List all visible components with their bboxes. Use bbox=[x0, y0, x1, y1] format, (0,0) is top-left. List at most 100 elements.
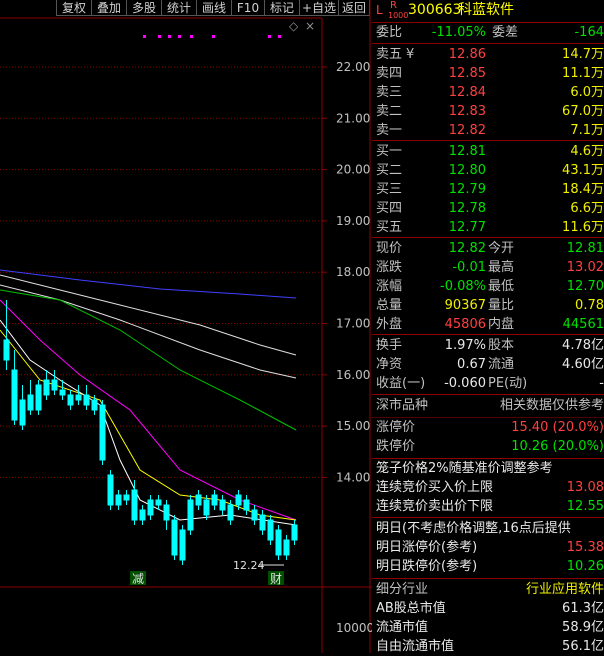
bid-row: 买三 12.79 18.4万 bbox=[372, 180, 604, 199]
cage-buy-row: 连续竞价买入价上限 13.08 bbox=[372, 478, 604, 497]
ab-cap-label: AB股总市值 bbox=[376, 601, 446, 616]
candle-body bbox=[219, 499, 226, 511]
bid-label: 买四 bbox=[376, 201, 403, 216]
bid-volume: 43.1万 bbox=[562, 163, 604, 178]
ask-price[interactable]: 12.86 bbox=[449, 45, 486, 64]
event-dot bbox=[212, 35, 215, 38]
quote-row: 涨幅 -0.08% 最低 12.70 bbox=[372, 277, 604, 296]
stock-name: 科蓝软件 bbox=[458, 2, 514, 18]
ask-price[interactable]: 12.85 bbox=[449, 64, 486, 83]
float-cap-row: 流通市值 58.9亿 bbox=[372, 618, 604, 637]
ask-label: 卖一 bbox=[376, 123, 403, 138]
tag-l: L bbox=[376, 3, 383, 17]
industry-value[interactable]: 行业应用软件 bbox=[526, 580, 604, 599]
stats-label: 净资 bbox=[376, 357, 403, 372]
marker-jian[interactable]: 减 bbox=[132, 572, 144, 586]
quote-label-2: 今开 bbox=[488, 241, 515, 256]
quote-label-2: 内盘 bbox=[488, 317, 515, 332]
tomorrow-title: 明日(不考虑价格调整,16点后提供 bbox=[376, 521, 571, 536]
y-tick-label: 21.00 bbox=[336, 111, 370, 125]
quote-value-2: 13.02 bbox=[566, 260, 604, 275]
y-tick-label: 16.00 bbox=[336, 368, 370, 382]
bid-row: 买二 12.80 43.1万 bbox=[372, 161, 604, 180]
ask-label: 卖二 bbox=[376, 104, 403, 119]
candle-body bbox=[267, 519, 274, 541]
quote-row: 总量 90367 量比 0.78 bbox=[372, 296, 604, 315]
quote-value-2: 0.78 bbox=[575, 298, 604, 313]
candle-body bbox=[251, 509, 258, 521]
bid-volume: 6.6万 bbox=[570, 201, 604, 216]
kline-chart[interactable]: 22.00 21.00 20.00 19.00 18.00 17.00 16.00 15.00… bbox=[0, 0, 372, 653]
chart-grid bbox=[0, 0, 372, 653]
y-tick-label: 22.00 bbox=[336, 60, 370, 74]
stats-value-2: 4.60亿 bbox=[562, 357, 604, 372]
event-dot bbox=[190, 35, 193, 38]
market-title: 深市品种 bbox=[376, 398, 429, 413]
diamond-icon[interactable]: ◇ bbox=[289, 19, 299, 33]
bid-price[interactable]: 12.80 bbox=[449, 161, 486, 180]
ask-price[interactable]: 12.83 bbox=[449, 102, 486, 121]
tomorrow-down-row: 明日跌停价(参考) 10.26 bbox=[372, 557, 604, 576]
ask-volume: 11.1万 bbox=[562, 66, 604, 81]
ab-cap-row: AB股总市值 61.3亿 bbox=[372, 599, 604, 618]
bid-price[interactable]: 12.81 bbox=[449, 142, 486, 161]
candle-body bbox=[91, 399, 98, 411]
candle-body bbox=[235, 494, 242, 506]
bid-row: 买四 12.78 6.6万 bbox=[372, 199, 604, 218]
tomorrow-down-value: 10.26 bbox=[566, 559, 604, 574]
moving-averages bbox=[0, 269, 297, 526]
quote-value: -0.08% bbox=[440, 279, 486, 294]
limit-down-row: 跌停价 10.26 (20.0%) bbox=[372, 437, 604, 456]
candle-body bbox=[171, 519, 178, 556]
candle-body bbox=[203, 499, 210, 516]
ask-label: 卖四 bbox=[376, 66, 403, 81]
ab-cap-value: 61.3亿 bbox=[562, 601, 604, 616]
free-cap-label: 自由流通市值 bbox=[376, 639, 455, 654]
ma-line bbox=[0, 289, 297, 431]
bid-row: 买五 12.77 11.6万 bbox=[372, 218, 604, 237]
candle-body bbox=[19, 399, 26, 426]
weicha-label: 委差 bbox=[492, 25, 519, 40]
quote-label: 外盘 bbox=[376, 317, 403, 332]
ma-line bbox=[0, 274, 297, 356]
bid-price[interactable]: 12.78 bbox=[449, 199, 486, 218]
candle-body bbox=[179, 529, 186, 561]
stats-row: 净资 0.67 流通 4.60亿 bbox=[372, 355, 604, 374]
weibi-row: 委比 -11.05% 委差 -164 bbox=[372, 23, 604, 42]
candle-body bbox=[43, 379, 50, 396]
y-tick-label: 15.00 bbox=[336, 419, 370, 433]
free-cap-row: 自由流通市值 56.1亿 bbox=[372, 637, 604, 656]
float-cap-value: 58.9亿 bbox=[562, 620, 604, 635]
cage-sell-row: 连续竞价卖出价下限 12.55 bbox=[372, 497, 604, 516]
candle-body bbox=[275, 529, 282, 556]
quote-value: 90367 bbox=[444, 298, 486, 313]
stats-label: 收益(一) bbox=[376, 376, 426, 391]
bid-price[interactable]: 12.79 bbox=[449, 180, 486, 199]
industry-label: 细分行业 bbox=[376, 582, 429, 597]
marker-cai[interactable]: 财 bbox=[270, 572, 282, 586]
ask-row: 卖一 12.82 7.1万 bbox=[372, 121, 604, 140]
ma-line bbox=[0, 329, 297, 521]
limit-up-row: 涨停价 15.40 (20.0%) bbox=[372, 418, 604, 437]
stats-label-2: 流通 bbox=[488, 357, 515, 372]
industry-row: 细分行业 行业应用软件 bbox=[372, 580, 604, 599]
candle-body bbox=[3, 339, 10, 361]
candle-body bbox=[59, 389, 66, 396]
candle-body bbox=[283, 539, 290, 556]
cage-sell-label: 连续竞价卖出价下限 bbox=[376, 499, 494, 514]
ask-price[interactable]: 12.82 bbox=[449, 121, 486, 140]
candle-body bbox=[83, 394, 90, 406]
limit-down-value: 10.26 (20.0%) bbox=[511, 439, 604, 454]
tomorrow-title-row: 明日(不考虑价格调整,16点后提供 bbox=[372, 519, 604, 538]
bid-row: 买一 12.81 4.6万 bbox=[372, 142, 604, 161]
close-icon[interactable]: × bbox=[305, 19, 315, 33]
quote-label-2: 最高 bbox=[488, 260, 515, 275]
candle-body bbox=[107, 474, 114, 506]
quote-label: 涨幅 bbox=[376, 279, 403, 294]
candle-body bbox=[67, 394, 74, 406]
bid-volume: 11.6万 bbox=[562, 220, 604, 235]
y-tick-label: 20.00 bbox=[336, 163, 370, 177]
bid-price[interactable]: 12.77 bbox=[449, 218, 486, 237]
ask-price[interactable]: 12.84 bbox=[449, 83, 486, 102]
y-tick-label: 19.00 bbox=[336, 214, 370, 228]
